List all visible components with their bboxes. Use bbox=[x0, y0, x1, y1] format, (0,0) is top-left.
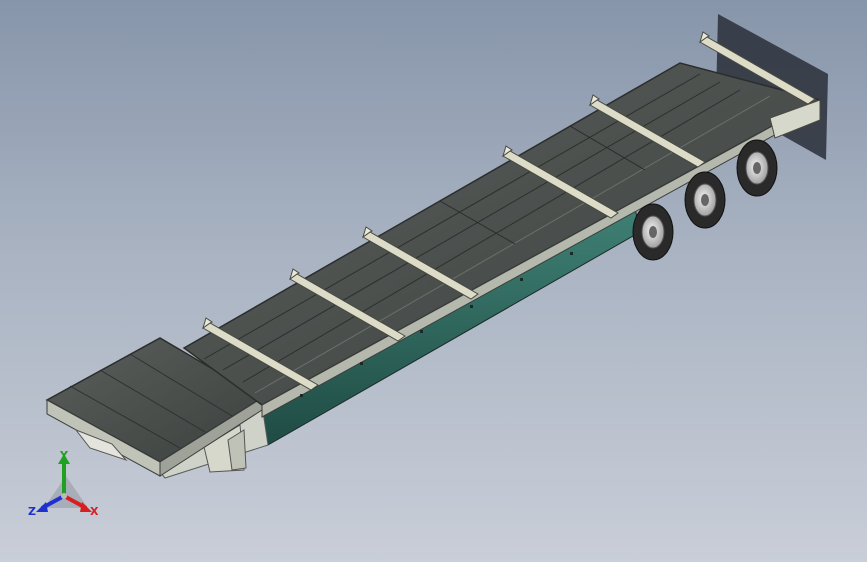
wheel bbox=[632, 203, 674, 261]
graphics-viewport[interactable]: Y X Z bbox=[0, 0, 867, 562]
deck-plank-line bbox=[254, 95, 771, 394]
wheel bbox=[736, 139, 778, 197]
y-axis-label: Y bbox=[60, 449, 68, 462]
z-axis-label: Z bbox=[28, 505, 36, 518]
main-deck bbox=[182, 62, 823, 406]
x-axis-label: X bbox=[90, 505, 99, 518]
trailer-3d-model[interactable] bbox=[0, 0, 867, 562]
wheel bbox=[684, 171, 726, 229]
coordinate-triad[interactable]: Y X Z bbox=[26, 446, 106, 526]
